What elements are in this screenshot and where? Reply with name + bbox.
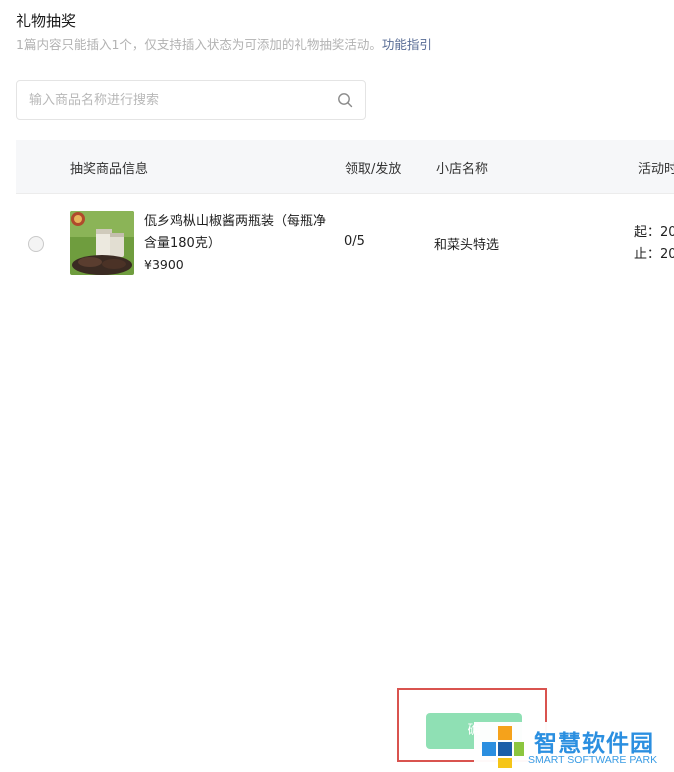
- watermark-logo-icon: [482, 726, 524, 768]
- claim-count: 0/5: [344, 234, 365, 249]
- search-box: [16, 80, 366, 120]
- watermark: 智慧软件园 SMART SOFTWARE PARK: [474, 722, 674, 772]
- product-name: 佤乡鸡枞山椒酱两瓶装（每瓶净含量180克）: [144, 214, 327, 251]
- table-header: 抽奖商品信息 领取/发放 小店名称 活动时: [16, 140, 674, 194]
- search-icon[interactable]: [337, 92, 353, 108]
- dialog-subtitle: 1篇内容只能插入1个，仅支持插入状态为可添加的礼物抽奖活动。功能指引: [16, 34, 432, 53]
- column-header-product: 抽奖商品信息: [70, 162, 149, 177]
- column-header-shop: 小店名称: [436, 162, 489, 177]
- guide-link[interactable]: 功能指引: [382, 37, 432, 52]
- product-price: ¥3900: [144, 257, 184, 272]
- watermark-main-text: 智慧软件园: [534, 731, 654, 757]
- table-row[interactable]: 佤乡鸡枞山椒酱两瓶装（每瓶净含量180克） ¥3900 0/5 和菜头特选 起：…: [16, 194, 674, 292]
- activity-end: 止：20: [634, 247, 674, 262]
- column-header-time: 活动时: [638, 162, 674, 177]
- product-thumbnail: [70, 211, 134, 275]
- activity-time: 起：20 止：20: [634, 222, 674, 266]
- activity-start: 起：20: [634, 225, 674, 240]
- column-header-count: 领取/发放: [345, 162, 402, 177]
- dialog-title: 礼物抽奖: [16, 12, 77, 30]
- shop-name: 和菜头特选: [434, 238, 500, 253]
- watermark-sub-text: SMART SOFTWARE PARK: [528, 754, 658, 766]
- subtitle-text: 1篇内容只能插入1个，仅支持插入状态为可添加的礼物抽奖活动。: [16, 37, 382, 52]
- row-select-radio[interactable]: [28, 236, 44, 252]
- search-input[interactable]: [29, 81, 329, 119]
